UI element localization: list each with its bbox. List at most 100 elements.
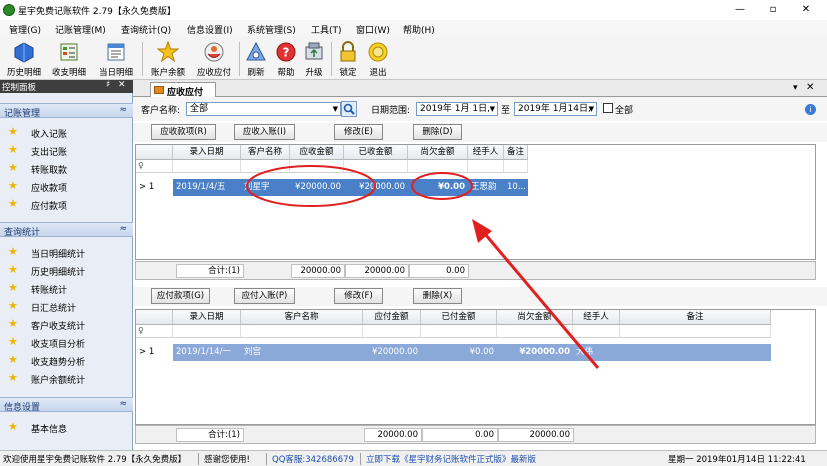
- date-to-picker[interactable]: 2019年 1月14日, ▼: [514, 102, 597, 116]
- app-logo-icon: [3, 4, 15, 16]
- filter-cell[interactable]: [620, 325, 771, 338]
- toolbar-receivable-payable-button[interactable]: 应收应付: [193, 39, 235, 79]
- filter-cell[interactable]: [497, 325, 573, 338]
- to-label: 至: [501, 106, 511, 116]
- upgrade-icon: [305, 42, 323, 60]
- menu-bar: 管理(G) 记账管理(M) 查询统计(Q) 信息设置(I) 系统管理(S) 工具…: [0, 20, 827, 37]
- col-received-amount[interactable]: 已收金额: [344, 145, 408, 160]
- toolbar-history-detail-button[interactable]: 历史明细: [4, 39, 44, 79]
- filter-cell[interactable]: [363, 325, 421, 338]
- nav-history-detail-stats[interactable]: ★ 历史明细统计: [0, 262, 133, 280]
- customer-select[interactable]: 全部 ▼: [186, 102, 341, 116]
- filter-cell[interactable]: [573, 325, 620, 338]
- filter-cell[interactable]: [241, 325, 363, 338]
- star-icon: ★: [8, 420, 18, 433]
- menu-accounting[interactable]: 记账管理(M): [55, 23, 106, 36]
- toolbar-exit-button[interactable]: 退出: [364, 39, 392, 79]
- col-handler[interactable]: 经手人: [573, 310, 620, 325]
- group-header-query[interactable]: 查询统计 ≈: [0, 222, 133, 238]
- menu-info-settings[interactable]: 信息设置(I): [187, 23, 233, 36]
- date-range-label: 日期范围:: [371, 106, 411, 116]
- col-note[interactable]: 备注: [620, 310, 771, 325]
- all-checkbox[interactable]: [603, 103, 613, 113]
- filter-cell[interactable]: [290, 160, 344, 173]
- payable-summary-bar: 合计:(1) 20000.00 0.00 20000.00: [135, 425, 816, 444]
- toolbar-refresh-button[interactable]: 刷新: [242, 39, 270, 79]
- group-header-accounting[interactable]: 记账管理 ≈: [0, 103, 133, 119]
- col-owed-amount[interactable]: 尚欠金额: [408, 145, 468, 160]
- nav-transfer-withdraw[interactable]: ★ 转账取款: [0, 160, 133, 178]
- receivable-entry-button[interactable]: 应收入账(I): [234, 124, 295, 140]
- receivable-items-button[interactable]: 应收款项(R): [151, 124, 216, 140]
- filter-cell[interactable]: [408, 160, 468, 173]
- toolbar-lock-button[interactable]: 锁定: [334, 39, 362, 79]
- download-link[interactable]: 立即下载《星宇财务记账软件正式版》最新版: [366, 453, 536, 465]
- toolbar-daily-detail-button[interactable]: 当日明细: [95, 39, 137, 79]
- nav-basic-info[interactable]: ★ 基本信息: [0, 419, 133, 437]
- col-customer[interactable]: 客户名称: [241, 145, 290, 160]
- toolbar-account-balance-button[interactable]: 账户余额: [147, 39, 189, 79]
- toolbar-income-expense-button[interactable]: 收支明细: [49, 39, 89, 79]
- status-separator: [266, 453, 267, 465]
- filter-cell[interactable]: [504, 160, 528, 173]
- tab-close-icon[interactable]: ✕: [806, 82, 814, 93]
- info-icon[interactable]: i: [805, 104, 816, 115]
- nav-daily-summary-stats[interactable]: ★ 日汇总统计: [0, 298, 133, 316]
- nav-daily-detail-stats[interactable]: ★ 当日明细统计: [0, 244, 133, 262]
- col-receivable-amount[interactable]: 应收金额: [290, 145, 344, 160]
- menu-window[interactable]: 窗口(W): [356, 23, 390, 36]
- filter-cell[interactable]: [344, 160, 408, 173]
- payable-entry-button[interactable]: 应付入账(P): [234, 288, 295, 304]
- pin-icon[interactable]: ♯: [106, 80, 110, 90]
- nav-customer-stats[interactable]: ★ 客户收支统计: [0, 316, 133, 334]
- search-button[interactable]: [341, 101, 357, 117]
- filter-cell[interactable]: [421, 325, 497, 338]
- close-window-button[interactable]: ✕: [793, 2, 819, 18]
- qq-support-link[interactable]: QQ客服:342686679: [272, 453, 354, 465]
- col-owed-amount[interactable]: 尚欠金额: [497, 310, 573, 325]
- nav-item-analysis[interactable]: ★ 收支项目分析: [0, 334, 133, 352]
- col-payable-amount[interactable]: 应付金额: [363, 310, 421, 325]
- filter-cell[interactable]: [241, 160, 290, 173]
- nav-income-entry[interactable]: ★ 收入记账: [0, 124, 133, 142]
- tab-receivable-payable[interactable]: 应收应付: [150, 82, 216, 98]
- col-entry-date[interactable]: 录入日期: [173, 310, 241, 325]
- lock-icon: [340, 41, 356, 62]
- nav-transfer-stats[interactable]: ★ 转账统计: [0, 280, 133, 298]
- menu-query[interactable]: 查询统计(Q): [121, 23, 171, 36]
- table-row[interactable]: > 1 2019/1/14/一 刘宫 ¥20000.00 ¥0.00 ¥2000…: [136, 344, 771, 361]
- receivable-delete-button[interactable]: 删除(D): [413, 124, 462, 140]
- filter-cell[interactable]: [468, 160, 504, 173]
- table-row[interactable]: > 1 2019/1/4/五 刘星宇 ¥20000.00 ¥20000.00 ¥…: [136, 179, 528, 196]
- menu-system[interactable]: 系统管理(S): [247, 23, 296, 36]
- filter-cell[interactable]: [173, 160, 241, 173]
- menu-help[interactable]: 帮助(H): [403, 23, 435, 36]
- restore-button[interactable]: ▫: [760, 2, 786, 18]
- nav-payables[interactable]: ★ 应付款项: [0, 196, 133, 214]
- payable-delete-button[interactable]: 删除(X): [413, 288, 462, 304]
- menu-tools[interactable]: 工具(T): [311, 23, 342, 36]
- date-from-picker[interactable]: 2019年 1月 1日, ▼: [416, 102, 498, 116]
- receivable-edit-button[interactable]: 修改(E): [334, 124, 383, 140]
- toolbar-upgrade-button[interactable]: 升级: [300, 39, 328, 79]
- payable-edit-button[interactable]: 修改(F): [334, 288, 383, 304]
- nav-receivables[interactable]: ★ 应收款项: [0, 178, 133, 196]
- col-note[interactable]: 备注: [504, 145, 528, 160]
- group-header-info-settings[interactable]: 信息设置 ≈: [0, 397, 133, 413]
- menu-manage[interactable]: 管理(G): [9, 23, 41, 36]
- status-bar: 欢迎使用星宇免费记账软件 2.79【永久免费版】 感谢您使用! QQ客服:342…: [0, 450, 827, 466]
- toolbar-help-button[interactable]: ? 帮助: [272, 39, 300, 79]
- nav-account-balance-stats[interactable]: ★ 账户余额统计: [0, 370, 133, 388]
- col-customer[interactable]: 客户名称: [241, 310, 363, 325]
- filter-cell[interactable]: [173, 325, 241, 338]
- col-paid-amount[interactable]: 已付金额: [421, 310, 497, 325]
- nav-expense-entry[interactable]: ★ 支出记账: [0, 142, 133, 160]
- col-entry-date[interactable]: 录入日期: [173, 145, 241, 160]
- receivable-summary-bar: 合计:(1) 20000.00 20000.00 0.00: [135, 261, 816, 280]
- tab-list-dropdown-icon[interactable]: ▾: [793, 83, 798, 93]
- payable-items-button[interactable]: 应付款项(G): [151, 288, 210, 304]
- col-handler[interactable]: 经手人: [468, 145, 504, 160]
- panel-close-icon[interactable]: ✕: [118, 80, 126, 90]
- minimize-button[interactable]: —: [727, 2, 753, 18]
- nav-trend-analysis[interactable]: ★ 收支趋势分析: [0, 352, 133, 370]
